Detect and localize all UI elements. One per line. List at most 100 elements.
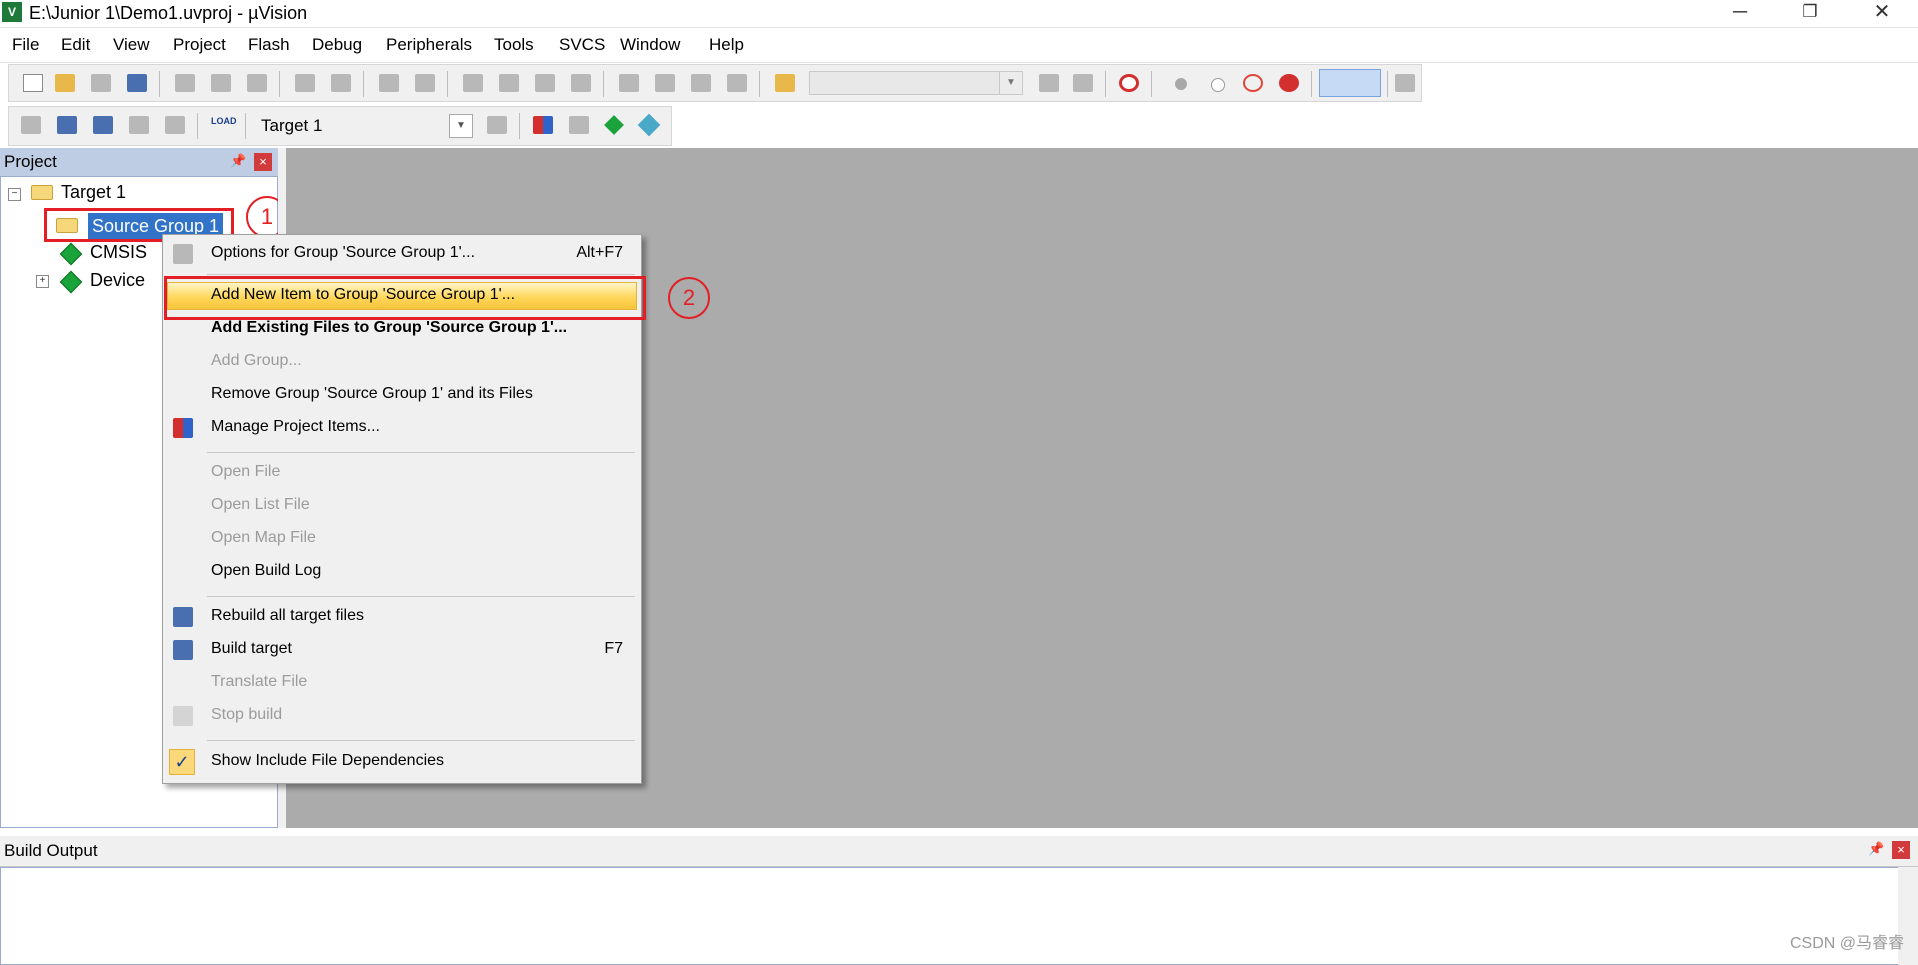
close-icon[interactable]: ×	[254, 153, 272, 171]
build-toolbar: LOAD Target 1 ▼	[8, 106, 672, 146]
debug-session-icon[interactable]	[1119, 74, 1139, 92]
pin-icon[interactable]: 📌	[230, 153, 246, 169]
uncomment-icon[interactable]	[727, 74, 747, 92]
copy-icon[interactable]	[211, 74, 231, 92]
annotation-step-2: 2	[668, 277, 710, 319]
menu-project[interactable]: Project	[173, 35, 226, 55]
menu-peripherals[interactable]: Peripherals	[386, 35, 472, 55]
menu-debug[interactable]: Debug	[312, 35, 362, 55]
menu-item-manage-project-items[interactable]: Manage Project Items...	[163, 413, 641, 443]
download-load-icon[interactable]: LOAD	[211, 116, 237, 134]
select-packs-icon[interactable]	[569, 116, 589, 134]
uvision-app-icon: V	[2, 2, 22, 22]
configure-wrench-icon[interactable]	[1395, 74, 1415, 92]
menu-item-options-for-group[interactable]: Options for Group 'Source Group 1'... Al…	[163, 239, 641, 269]
menu-svcs[interactable]: SVCS	[559, 35, 605, 55]
clear-bookmarks-icon[interactable]	[571, 74, 591, 92]
menu-file[interactable]: File	[12, 35, 39, 55]
menu-item-translate-file: Translate File	[211, 673, 308, 690]
annotation-box-2	[164, 276, 646, 320]
target-select[interactable]: Target 1 ▼	[253, 113, 473, 139]
window-layout-button[interactable]	[1319, 69, 1381, 97]
build-output-header: Build Output 📌 ×	[0, 836, 1918, 867]
next-bookmark-icon[interactable]	[535, 74, 555, 92]
build-icon[interactable]	[57, 116, 77, 134]
target-folder-icon	[31, 185, 53, 200]
menu-item-add-group: Add Group...	[211, 352, 302, 369]
window-title: E:\Junior 1\Demo1.uvproj - µVision	[29, 3, 308, 23]
bookmark-icon[interactable]	[463, 74, 483, 92]
undo-icon[interactable]	[295, 74, 315, 92]
rebuild-icon[interactable]	[93, 116, 113, 134]
navigate-back-icon[interactable]	[379, 74, 399, 92]
menu-item-open-build-log[interactable]: Open Build Log	[163, 557, 641, 587]
tree-item-cmsis[interactable]: CMSIS	[90, 242, 147, 263]
target-options-icon[interactable]	[487, 116, 507, 134]
manage-project-items-icon[interactable]	[533, 116, 553, 134]
rebuild-icon	[173, 607, 193, 627]
menu-window[interactable]: Window	[620, 35, 680, 55]
target-select-value: Target 1	[261, 116, 323, 135]
menu-help[interactable]: Help	[709, 35, 744, 55]
save-icon[interactable]	[91, 74, 111, 92]
menu-bar: File Edit View Project Flash Debug Perip…	[0, 27, 1918, 63]
paste-icon[interactable]	[247, 74, 267, 92]
pack-installer-icon[interactable]	[637, 113, 661, 137]
build-output-title: Build Output	[4, 841, 98, 860]
menu-view[interactable]: View	[113, 35, 150, 55]
redo-icon[interactable]	[331, 74, 351, 92]
unindent-icon[interactable]	[655, 74, 675, 92]
watermark: CSDN @马睿睿	[1789, 935, 1904, 952]
menu-item-open-file: Open File	[211, 463, 281, 480]
incremental-find-icon[interactable]	[1073, 74, 1093, 92]
open-folder-icon[interactable]	[55, 74, 75, 92]
menu-item-show-include-deps[interactable]: ✓ Show Include File Dependencies	[163, 747, 641, 777]
close-icon[interactable]: ×	[1892, 841, 1910, 859]
expand-icon[interactable]: +	[36, 275, 49, 288]
menu-item-remove-group[interactable]: Remove Group 'Source Group 1' and its Fi…	[163, 380, 641, 410]
find-combo[interactable]: ▼	[809, 71, 1023, 95]
project-panel-header: Project 📌 ×	[0, 148, 278, 177]
find-in-files-icon[interactable]	[775, 74, 795, 92]
stop-build-icon[interactable]	[165, 116, 185, 134]
file-toolbar: ▼	[8, 64, 1422, 102]
disable-all-breakpoints-icon[interactable]	[1243, 74, 1263, 92]
manage-project-items-icon	[173, 418, 193, 438]
save-all-icon[interactable]	[127, 74, 147, 92]
menu-flash[interactable]: Flash	[248, 35, 290, 55]
prev-bookmark-icon[interactable]	[499, 74, 519, 92]
close-window-button[interactable]: ✕	[1860, 0, 1904, 26]
disable-breakpoint-icon[interactable]	[1211, 78, 1225, 92]
project-panel-title: Project	[4, 152, 57, 171]
minimize-button[interactable]: ─	[1718, 0, 1762, 26]
navigate-forward-icon[interactable]	[415, 74, 435, 92]
collapse-icon[interactable]: −	[8, 188, 21, 201]
manage-rte-icon[interactable]	[604, 115, 624, 135]
build-output-text[interactable]	[0, 867, 1918, 965]
title-bar: V E:\Junior 1\Demo1.uvproj - µVision ─ ❐…	[0, 0, 1918, 26]
tree-item-device[interactable]: Device	[90, 270, 145, 291]
chevron-down-icon[interactable]: ▼	[999, 72, 1022, 94]
chevron-down-icon[interactable]: ▼	[449, 114, 473, 138]
device-component-icon	[59, 270, 83, 294]
kill-all-breakpoints-icon[interactable]	[1279, 74, 1299, 92]
menu-item-build-target[interactable]: Build target F7	[163, 635, 641, 665]
pin-icon[interactable]: 📌	[1868, 841, 1884, 857]
breakpoint-icon[interactable]	[1175, 78, 1187, 90]
menu-tools[interactable]: Tools	[494, 35, 534, 55]
comment-icon[interactable]	[691, 74, 711, 92]
find-icon[interactable]	[1039, 74, 1059, 92]
build-output-panel: Build Output 📌 × CSDN @马睿睿	[0, 836, 1918, 965]
restore-button[interactable]: ❐	[1788, 0, 1832, 26]
options-wand-icon	[173, 244, 193, 264]
new-file-icon[interactable]	[23, 74, 43, 92]
menu-edit[interactable]: Edit	[61, 35, 90, 55]
indent-icon[interactable]	[619, 74, 639, 92]
cmsis-component-icon	[59, 242, 83, 266]
tree-item-target-1[interactable]: Target 1	[61, 182, 126, 203]
batch-build-icon[interactable]	[129, 116, 149, 134]
translate-icon[interactable]	[21, 116, 41, 134]
checkmark-icon: ✓	[169, 749, 195, 775]
cut-icon[interactable]	[175, 74, 195, 92]
menu-item-rebuild-all[interactable]: Rebuild all target files	[163, 602, 641, 632]
